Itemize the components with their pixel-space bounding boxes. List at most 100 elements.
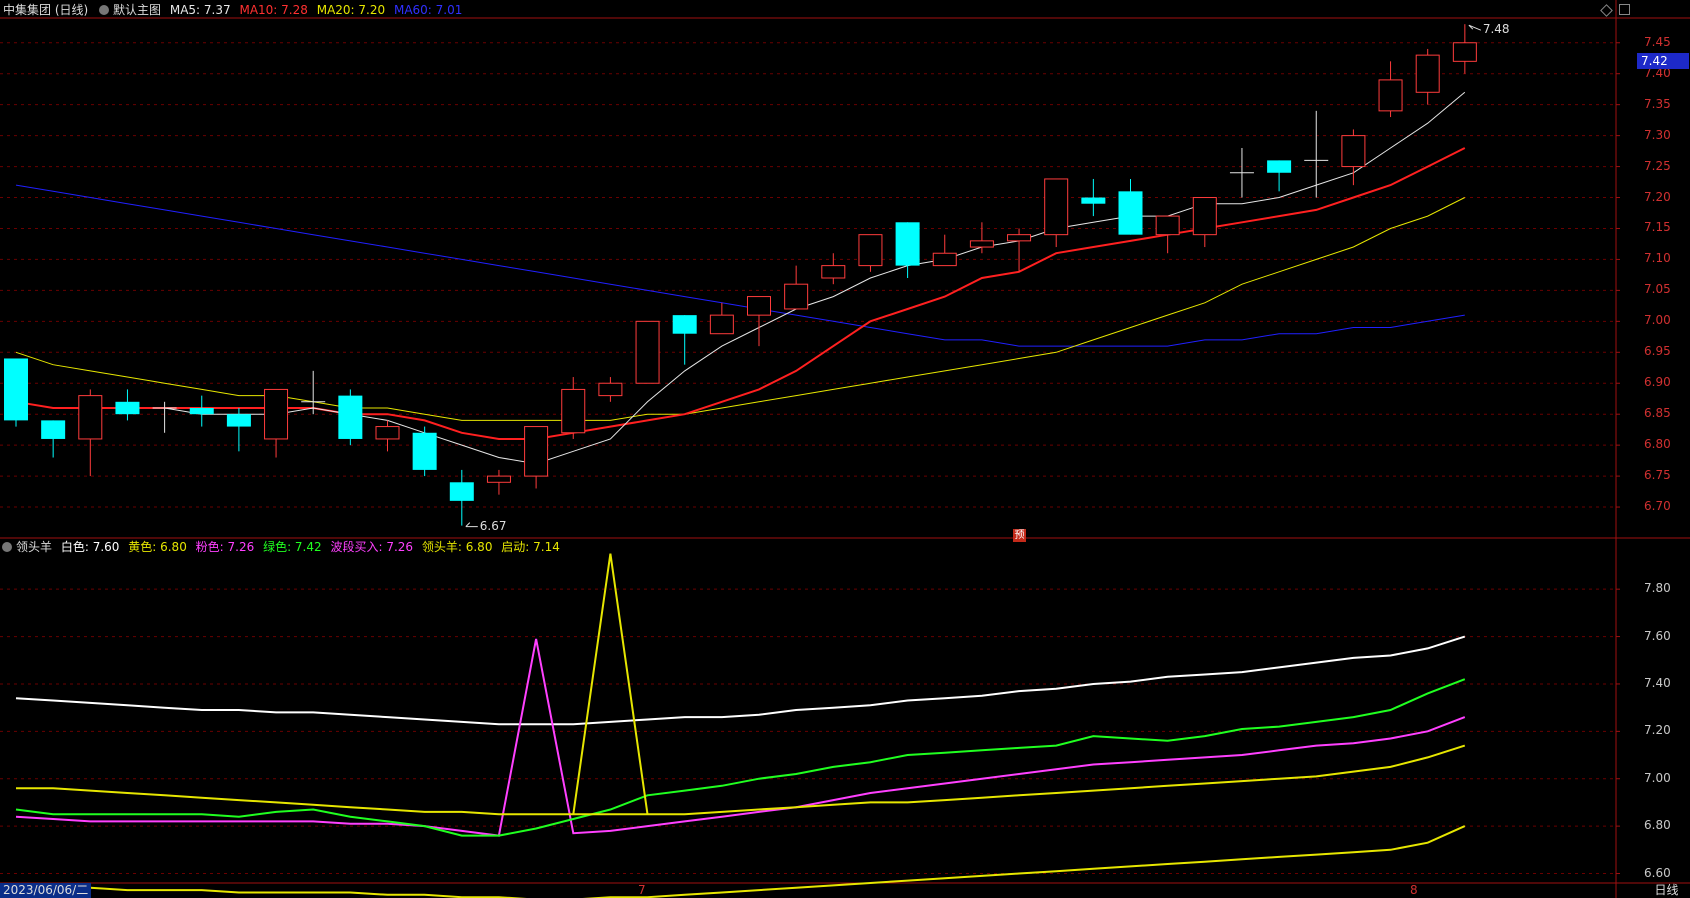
price-tick-label: 7.20 [1644,189,1671,204]
candle [115,389,140,421]
price-tick-label: 7.30 [1644,127,1671,142]
price-tick-label: 7.15 [1644,220,1671,235]
indicator-tick-label: 7.60 [1644,628,1671,643]
candle-body [969,240,994,248]
candle-body [449,482,474,501]
candle-body [524,426,549,477]
price-tick-label: 6.95 [1644,344,1671,359]
price-tick-label: 7.05 [1644,282,1671,297]
candle-body [561,388,586,434]
price-tick-label: 7.45 [1644,34,1671,49]
template-label[interactable]: 默认主图 [113,3,161,17]
ma60-line [15,184,1465,347]
period-button[interactable]: 日线 [1643,883,1690,898]
candle [486,469,511,495]
ma60-path [15,184,1465,347]
candle-body [264,388,289,440]
candle-body [115,401,140,415]
candle [41,420,66,458]
low-arrow [465,522,478,528]
month-8-tick: 8 [1410,883,1418,897]
indicator-1-line [15,825,1466,898]
candle [561,377,586,439]
candle-body [635,320,660,384]
forecast-tag[interactable]: 预 [1013,529,1026,542]
candle [598,377,623,402]
candle-body [709,314,734,335]
candle-body [1155,215,1180,236]
candle [635,320,660,384]
price-tick-label: 6.70 [1644,499,1671,514]
yellow-value: 黄色: 6.80 [128,540,187,554]
high-annotation: 7.48 [1482,22,1510,37]
candle-body [1192,197,1217,236]
candle-body [1081,197,1106,204]
candle-body [41,420,66,439]
candle [338,389,363,446]
indicator-2-line [15,638,1466,837]
candle [1118,178,1143,235]
ma10-path [15,147,1466,440]
candle [784,265,809,310]
buy-value: 波段买入: 7.26 [330,540,414,554]
candle [524,426,549,489]
low-annotation: 6.67 [479,518,507,533]
candle [709,302,734,335]
candlesticks[interactable] [4,24,1477,526]
chart-canvas [0,0,1690,898]
candle-body [486,475,511,483]
candle [1341,129,1366,186]
candle [152,401,177,433]
candle [1229,148,1254,198]
price-tick-label: 7.00 [1644,313,1671,328]
annotation-marks [465,24,1482,528]
price-tick-label: 6.90 [1644,375,1671,390]
indicator-tick-label: 6.80 [1644,818,1671,833]
indicator-0-line [15,635,1466,726]
candle [4,358,28,427]
price-tick-label: 6.80 [1644,437,1671,452]
stock-title[interactable]: 中集集团 (日线) [3,3,88,17]
indicator-tick-label: 7.80 [1644,581,1671,596]
main-legend: 中集集团 (日线) 默认主图 MA5: 7.37 MA10: 7.28 MA20… [0,1,467,19]
candle [969,222,994,254]
candle [932,234,957,267]
candle [1044,178,1069,248]
leader-value: 领头羊: 6.80 [421,540,493,554]
candle-body [932,252,957,267]
candle-body [4,358,28,421]
candle [1155,215,1180,254]
candle-body [1118,191,1143,235]
candle-body [1007,234,1032,242]
candle [412,426,437,477]
candle-body [338,395,363,439]
indicator-name[interactable]: 领头羊 [16,540,52,554]
candle [1378,61,1403,118]
settings-icon[interactable] [99,5,110,15]
candle-body [747,296,771,316]
indicator-lines [15,553,1466,898]
candle-body [375,426,400,440]
candle [1007,228,1032,272]
candle [821,253,846,285]
candle-body [672,315,697,334]
price-tick-label: 7.25 [1644,158,1671,173]
ma5-value: MA5: 7.37 [169,3,231,17]
candle [1267,160,1292,192]
price-tick-label: 7.10 [1644,251,1671,266]
indicator-tick-label: 7.20 [1644,723,1671,738]
high-arrow [1468,24,1482,31]
ma10-value: MA10: 7.28 [239,3,308,17]
candle-body [1044,178,1069,236]
pink-value: 粉色: 7.26 [195,540,255,554]
restore-icon[interactable] [1619,4,1630,15]
indicator-settings-icon[interactable] [2,542,12,552]
start-value: 启动: 7.14 [501,540,560,554]
candle-body [784,283,809,310]
price-tick-label: 7.35 [1644,96,1671,111]
candle [78,389,103,477]
white-value: 白色: 7.60 [60,540,120,554]
main-grid [0,42,1620,508]
candle [672,315,697,365]
candle [264,388,289,458]
